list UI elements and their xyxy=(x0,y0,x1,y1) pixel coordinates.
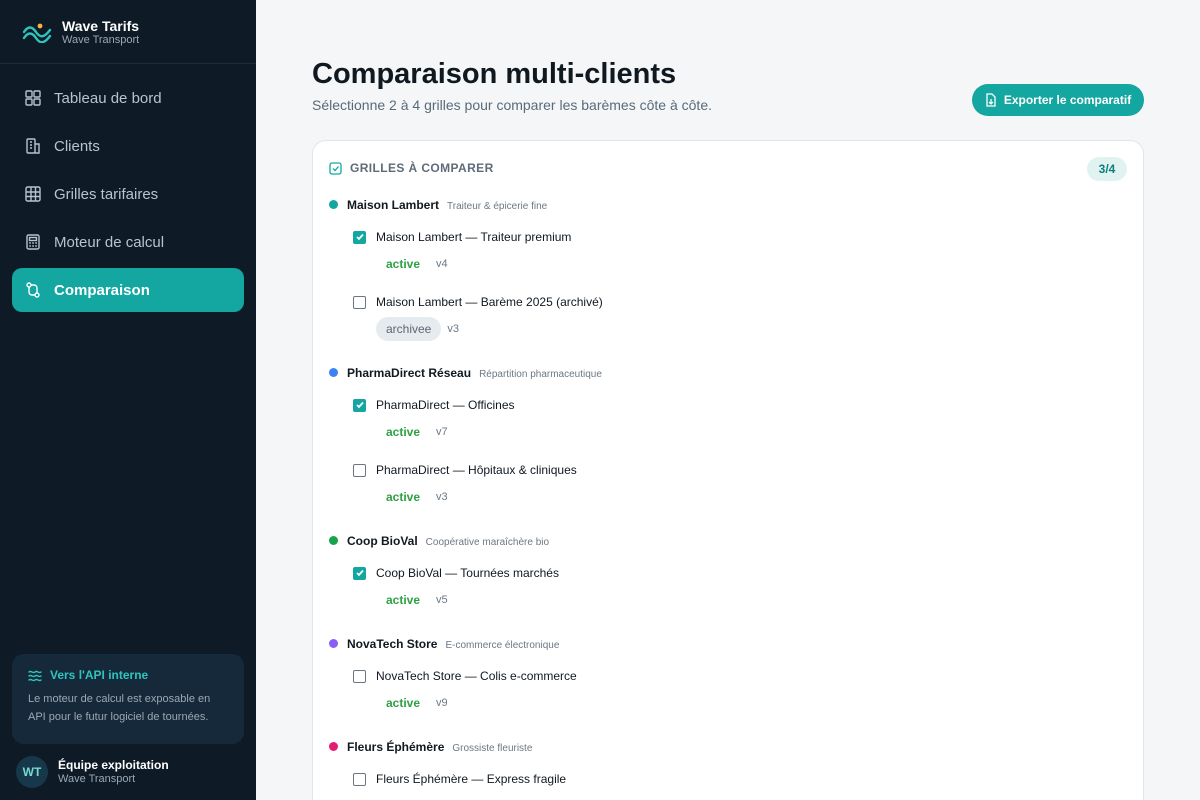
grid-option[interactable]: PharmaDirect — Hôpitaux & cliniques acti… xyxy=(353,462,1113,509)
sidebar-item-tableau-de-bord[interactable]: Tableau de bord xyxy=(12,76,244,120)
client-color-dot xyxy=(329,639,338,648)
panel-title: GRILLES À COMPARER xyxy=(350,161,494,175)
sidebar-item-clients[interactable]: Clients xyxy=(12,124,244,168)
grid-name: PharmaDirect — Hôpitaux & cliniques xyxy=(376,463,577,477)
user-org: Wave Transport xyxy=(58,773,136,785)
grid-option[interactable]: Coop BioVal — Tournées marchés active v5 xyxy=(353,565,1113,612)
grid-checkbox[interactable] xyxy=(353,669,366,683)
checkbox-icon xyxy=(329,161,342,175)
grid-checkbox[interactable] xyxy=(353,295,366,309)
sidebar-item-moteur-de-calcul[interactable]: Moteur de calcul xyxy=(12,220,244,264)
sidebar-item-label: Moteur de calcul xyxy=(54,233,165,251)
grid-checkbox[interactable] xyxy=(353,398,366,412)
client-color-dot xyxy=(329,368,338,377)
grid-name: Maison Lambert — Barème 2025 (archivé) xyxy=(376,295,603,309)
client-name: NovaTech Store xyxy=(347,637,438,651)
dashboard-icon xyxy=(24,89,42,107)
selection-count-badge: 3/4 xyxy=(1087,157,1127,181)
wave-logo-icon xyxy=(22,23,52,43)
client-header: Maison Lambert Traiteur & épicerie fine xyxy=(329,198,547,212)
page-title: Comparaison multi-clients xyxy=(312,58,677,90)
grid-checkbox[interactable] xyxy=(353,463,366,477)
client-description: Coopérative maraîchère bio xyxy=(425,537,550,548)
version-label: v3 xyxy=(447,323,459,335)
version-label: v4 xyxy=(436,258,448,270)
version-label: v5 xyxy=(436,594,448,606)
file-export-icon xyxy=(985,93,997,107)
version-label: v9 xyxy=(436,697,448,709)
grid-name: Fleurs Éphémère — Express fragile xyxy=(376,772,567,786)
status-badge: active xyxy=(386,257,421,271)
client-name: Maison Lambert xyxy=(347,198,440,212)
brand[interactable]: Wave Tarifs Wave Transport xyxy=(0,0,256,64)
client-header: Fleurs Éphémère Grossiste fleuriste xyxy=(329,740,532,754)
grid-option[interactable]: Fleurs Éphémère — Express fragile active… xyxy=(353,771,1113,800)
avatar: WT xyxy=(16,756,48,788)
client-header: PharmaDirect Réseau Répartition pharmace… xyxy=(329,366,602,380)
grid-option[interactable]: PharmaDirect — Officines active v7 xyxy=(353,397,1113,444)
status-badge: active xyxy=(386,425,421,439)
grid-option[interactable]: NovaTech Store — Colis e-commerce active… xyxy=(353,668,1113,715)
brand-name: Wave Tarifs xyxy=(62,17,140,34)
sidebar-item-comparaison[interactable]: Comparaison xyxy=(12,268,244,312)
calculator-icon xyxy=(24,233,42,251)
api-card-description: Le moteur de calcul est exposable en API… xyxy=(28,693,211,723)
api-card-title: Vers l'API interne xyxy=(50,668,149,682)
client-name: Coop BioVal xyxy=(347,534,418,548)
sidebar-item-grilles-tarifaires[interactable]: Grilles tarifaires xyxy=(12,172,244,216)
export-button-label: Exporter le comparatif xyxy=(1003,93,1132,107)
page-subtitle: Sélectionne 2 à 4 grilles pour comparer … xyxy=(312,97,712,113)
export-button[interactable]: Exporter le comparatif xyxy=(972,84,1144,116)
grid-name: PharmaDirect — Officines xyxy=(376,398,515,412)
grid-checkbox[interactable] xyxy=(353,230,366,244)
grid-name: Coop BioVal — Tournées marchés xyxy=(376,566,559,580)
status-badge: active xyxy=(386,593,421,607)
client-description: Répartition pharmaceutique xyxy=(479,369,602,380)
client-name: PharmaDirect Réseau xyxy=(347,366,472,380)
client-color-dot xyxy=(329,536,338,545)
client-header: Coop BioVal Coopérative maraîchère bio xyxy=(329,534,549,548)
sidebar-item-label: Tableau de bord xyxy=(54,89,162,107)
status-badge: active xyxy=(376,794,430,800)
grid-name: NovaTech Store — Colis e-commerce xyxy=(376,669,577,683)
brand-subtitle: Wave Transport xyxy=(62,33,140,46)
client-color-dot xyxy=(329,742,338,751)
status-badge: active xyxy=(386,696,421,710)
grid-checkbox[interactable] xyxy=(353,566,366,580)
client-description: Traiteur & épicerie fine xyxy=(447,201,548,212)
grid-selection-panel: GRILLES À COMPARER 3/4 Maison Lambert Tr… xyxy=(312,140,1144,800)
status-badge: active xyxy=(386,490,421,504)
compare-icon xyxy=(24,281,42,299)
client-description: E-commerce électronique xyxy=(445,640,560,651)
client-description: Grossiste fleuriste xyxy=(452,743,533,754)
version-label: v7 xyxy=(436,426,448,438)
building-icon xyxy=(24,137,42,155)
main-content: Comparaison multi-clients Sélectionne 2 … xyxy=(256,0,1200,800)
sidebar-item-label: Comparaison xyxy=(54,281,150,299)
client-header: NovaTech Store E-commerce électronique xyxy=(329,637,559,651)
version-label: v3 xyxy=(436,491,448,503)
grid-option[interactable]: Maison Lambert — Traiteur premium active… xyxy=(353,229,1113,276)
sidebar-item-label: Clients xyxy=(54,137,100,155)
api-info-card: Vers l'API interne Le moteur de calcul e… xyxy=(12,654,244,744)
grid-checkbox[interactable] xyxy=(353,772,366,786)
client-name: Fleurs Éphémère xyxy=(347,740,445,754)
user-profile[interactable]: WT Équipe exploitation Wave Transport xyxy=(16,756,169,788)
grid-option[interactable]: Maison Lambert — Barème 2025 (archivé) a… xyxy=(353,294,1113,341)
waves-icon xyxy=(28,670,42,682)
sidebar: Wave Tarifs Wave Transport Tableau de bo… xyxy=(0,0,256,800)
grid-icon xyxy=(24,185,42,203)
status-badge: archivee xyxy=(376,317,442,341)
user-name: Équipe exploitation xyxy=(58,758,169,772)
sidebar-nav: Tableau de bord Clients Grilles tarifair… xyxy=(0,64,256,312)
sidebar-item-label: Grilles tarifaires xyxy=(54,185,159,203)
grid-name: Maison Lambert — Traiteur premium xyxy=(376,230,572,244)
client-color-dot xyxy=(329,200,338,209)
